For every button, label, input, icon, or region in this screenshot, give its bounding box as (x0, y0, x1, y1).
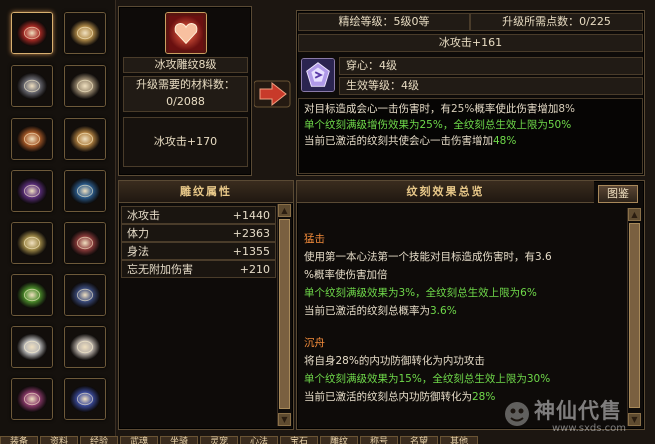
site-watermark: 神仙代售 www.sxds.com (500, 393, 650, 439)
attribute-value: +1440 (232, 209, 270, 222)
tab[interactable]: 雕纹 (320, 436, 358, 444)
scroll-down-icon[interactable]: ▼ (278, 413, 291, 426)
points-needed: 升级所需点数：0/225 (470, 13, 643, 31)
upgrade-arrow-button[interactable] (253, 78, 292, 110)
ring-icon[interactable] (64, 65, 106, 107)
scroll-up-icon[interactable]: ▲ (628, 208, 641, 221)
materials-value: 0/2088 (123, 94, 248, 112)
effect-line: 使用第一本心法第一个技能对目标造成伤害时，有3.6 (304, 251, 552, 263)
attribute-label: 体力 (127, 227, 149, 240)
rune-window: 冰攻雕纹8级 升级需要的材料数： 0/2088 冰攻击+170 精绘等级：5级0… (0, 0, 655, 444)
tab[interactable]: 宝石 (280, 436, 318, 444)
attribute-label: 冰攻击 (127, 209, 160, 222)
effect-line: 当前已激活的纹刻总概率为3.6% (304, 305, 457, 317)
white-charm-icon-2[interactable] (64, 326, 106, 368)
watermark-brand: 神仙代售 (534, 398, 622, 423)
armor-icon[interactable] (11, 65, 53, 107)
desc-line-2: 单个纹刻满级增伤效果为25%，全纹刻总生效上限为50% (304, 119, 572, 131)
attribute-row: 冰攻击 +1440 (121, 206, 276, 224)
effects-title: 纹刻效果总览 (297, 181, 594, 203)
tab[interactable]: 称号 (360, 436, 398, 444)
tab[interactable]: 坐骑 (160, 436, 198, 444)
watermark-url: www.sxds.com (552, 423, 627, 434)
effect-title: 沉舟 (304, 337, 325, 349)
boots-icon[interactable] (64, 274, 106, 316)
scroll-thumb[interactable] (279, 219, 290, 409)
rune-name: 冰攻雕纹8级 (123, 57, 248, 73)
attribute-label: 忘无附加伤害 (127, 263, 193, 276)
scroll-thumb[interactable] (629, 223, 640, 408)
bracelet-icon[interactable] (64, 118, 106, 160)
belt-icon[interactable] (11, 222, 53, 264)
purple-crest-icon[interactable] (11, 170, 53, 212)
effect-block: 猛击 使用第一本心法第一个技能对目标造成伤害时，有3.6 %概率使伤害加倍 单个… (304, 230, 620, 320)
desc-line-3: 当前已激活的纹刻共使会心一击伤害增加48% (304, 135, 517, 147)
effect-title: 猛击 (304, 233, 325, 245)
effect-description: 对目标造成会心一击伤害时，有25%概率使此伤害增加8% 单个纹刻满级增伤效果为2… (298, 98, 643, 174)
tab[interactable]: 名望 (400, 436, 438, 444)
green-jade-icon[interactable] (11, 274, 53, 316)
effect-level: 生效等级：4级 (339, 77, 643, 95)
heart-rune-icon[interactable] (165, 12, 207, 54)
heart-amulet-icon[interactable] (11, 12, 53, 54)
stat-line: 冰攻击+161 (298, 34, 643, 52)
atlas-button[interactable]: 图鉴 (598, 185, 638, 203)
refine-level: 精绘等级：5级0等 (298, 13, 470, 31)
desc-line-1: 对目标造成会心一击伤害时，有25%概率使此伤害增加8% (304, 103, 576, 115)
tab-bar: 装备 资料 经验 武魂 坐骑 灵宠 心法 宝石 雕纹 称号 名望 其他 (0, 436, 520, 444)
tab[interactable]: 灵宠 (200, 436, 238, 444)
gauntlet-icon[interactable] (64, 222, 106, 264)
gem-name: 穿心：4级 (339, 57, 643, 75)
effect-line: 将自身28%的内功防御转化为内功攻击 (304, 355, 485, 367)
tab[interactable]: 其他 (440, 436, 478, 444)
attributes-scrollbar[interactable]: ▲ ▼ (277, 204, 291, 426)
tab[interactable]: 经验 (80, 436, 118, 444)
attributes-title: 雕纹属性 (119, 181, 293, 203)
tab[interactable]: 装备 (0, 436, 38, 444)
equipment-column (0, 0, 116, 444)
tab[interactable]: 武魂 (120, 436, 158, 444)
blue-sword-icon[interactable] (64, 170, 106, 212)
watermark-logo-icon (505, 402, 529, 426)
scroll-up-icon[interactable]: ▲ (278, 204, 291, 217)
attribute-label: 身法 (127, 245, 149, 258)
attribute-value: +210 (239, 263, 270, 276)
effect-line: 单个纹刻满级效果为3%，全纹刻总生效上限为6% (304, 287, 537, 299)
blue-bow-icon[interactable] (64, 378, 106, 420)
crystal-gem-icon[interactable] (301, 58, 335, 92)
attribute-value: +1355 (232, 245, 270, 258)
tab[interactable]: 心法 (240, 436, 278, 444)
effect-line: 单个纹刻满级效果为15%，全纹刻总生效上限为30% (304, 373, 551, 385)
gold-ring-icon[interactable] (64, 12, 106, 54)
attribute-row: 体力 +2363 (121, 224, 276, 242)
pendant-icon[interactable] (11, 378, 53, 420)
white-charm-icon[interactable] (11, 326, 53, 368)
bracer-icon[interactable] (11, 118, 53, 160)
attribute-row: 身法 +1355 (121, 242, 276, 260)
attribute-value: +2363 (232, 227, 270, 240)
current-stat: 冰攻击+170 (123, 117, 248, 167)
tab[interactable]: 资料 (40, 436, 78, 444)
attribute-row: 忘无附加伤害 +210 (121, 260, 276, 278)
effect-line: %概率使伤害加倍 (304, 269, 388, 281)
materials-label: 升级需要的材料数： (123, 76, 248, 94)
